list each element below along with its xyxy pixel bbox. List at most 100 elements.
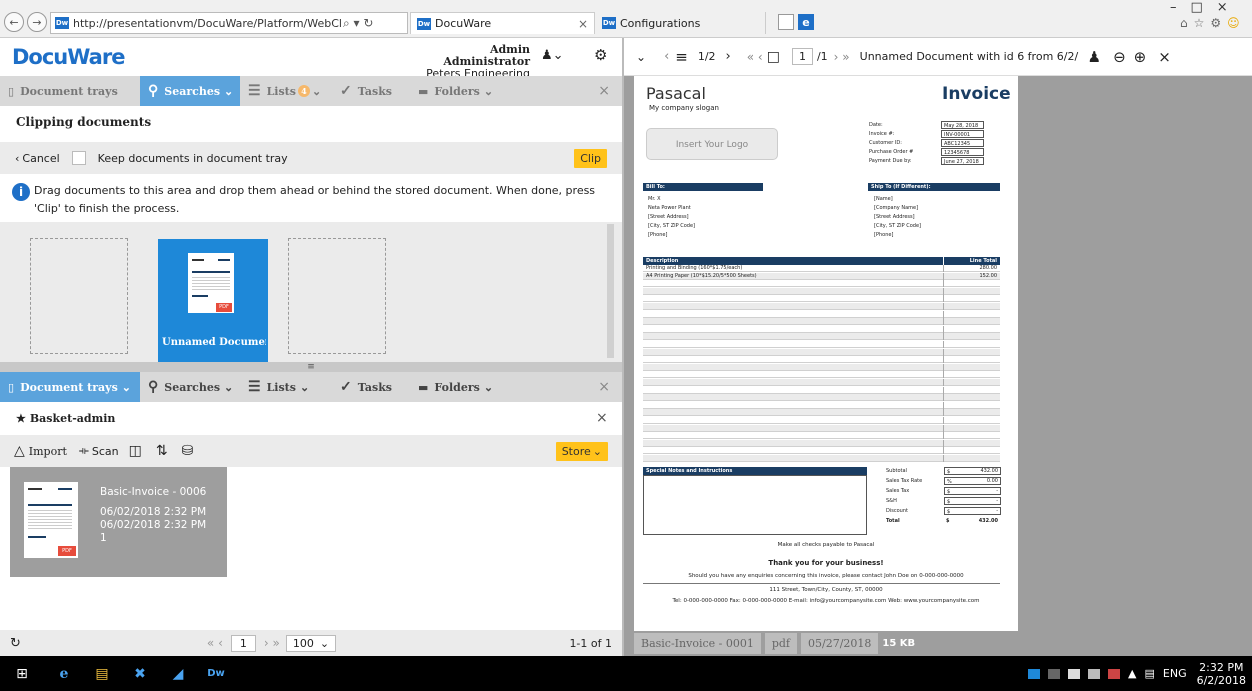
zoom-out-icon[interactable]: ⊖ <box>1113 48 1126 66</box>
viewer-pages-count: 1/2 <box>697 50 716 63</box>
docuware-taskbar-icon[interactable]: Dw <box>206 664 226 684</box>
url-text: http://presentationvm/DocuWare/Platform/… <box>73 16 341 30</box>
forward-button[interactable]: → <box>27 12 47 32</box>
invoice-meta-value: May 28, 2018 <box>941 121 984 129</box>
settings-gear-icon[interactable]: ⚙ <box>594 46 607 64</box>
clip-drop-area[interactable]: PDF Unnamed Documen... <box>0 222 622 362</box>
bill-to-line: [Street Address] <box>648 214 689 220</box>
next-icon[interactable]: › <box>726 49 731 64</box>
invoice-lines: Printing and Binding (160*$1.75/each) 280… <box>634 265 1018 465</box>
keep-documents-checkbox[interactable] <box>71 151 86 165</box>
chevron-down-icon: ⌄ <box>319 636 330 650</box>
address-bar[interactable]: Dw http://presentationvm/DocuWare/Platfo… <box>50 12 408 34</box>
first-prev-page-icon[interactable]: « ‹ <box>747 50 763 64</box>
tab-tasks[interactable]: ✓ Tasks <box>332 76 400 106</box>
clock[interactable]: 2:32 PM 6/2/2018 <box>1197 661 1246 687</box>
tray-usb-icon[interactable]: ▲ <box>1128 667 1136 680</box>
clip-button[interactable]: Clip <box>574 148 607 168</box>
list-icon: ☰ <box>248 379 261 395</box>
scan-button[interactable]: ⟛ Scan <box>79 444 119 458</box>
tab-searches-bottom[interactable]: ⚲ Searches ⌄ <box>140 372 240 402</box>
close-basket-icon[interactable]: × <box>596 410 608 426</box>
drop-slot-after[interactable] <box>288 238 386 354</box>
maximize-button[interactable]: □ <box>1191 0 1203 15</box>
new-tab-icon[interactable] <box>778 14 794 30</box>
page-icon: □ <box>766 48 780 65</box>
tab-tasks-bottom[interactable]: ✓ Tasks <box>332 372 400 402</box>
favorites-icon[interactable]: ☆ <box>1194 16 1205 30</box>
sort-icon[interactable]: ⇅ <box>156 443 168 459</box>
prev-icon[interactable]: ‹ <box>664 49 669 64</box>
tray-document-icon[interactable] <box>1068 668 1081 679</box>
user-menu-icon[interactable]: ♟⌄ <box>541 48 564 63</box>
zoom-in-icon[interactable]: ⊕ <box>1134 48 1147 66</box>
language-indicator[interactable]: ENG <box>1163 667 1187 680</box>
basket-document-item[interactable]: PDF Basic-Invoice - 0006 06/02/2018 2:32… <box>10 467 227 577</box>
tray-display-icon[interactable] <box>1088 668 1101 679</box>
tab-docuware[interactable]: Dw DocuWare × <box>410 12 595 34</box>
ie-taskbar-icon[interactable]: e <box>54 664 74 684</box>
close-pane-icon[interactable]: × <box>598 83 610 99</box>
tab-lists[interactable]: ☰ Lists 4 ⌄ <box>240 76 332 106</box>
tray-security-icon[interactable] <box>1108 668 1121 679</box>
invoice-summary-currency: $ <box>944 487 1001 495</box>
invoice-summary-value: - <box>996 488 998 494</box>
next-last-page-icon[interactable]: › » <box>264 636 280 650</box>
file-size: 15 KB <box>882 638 916 649</box>
next-last-page-icon[interactable]: › » <box>834 50 850 64</box>
page-size-select[interactable]: 100 ⌄ <box>285 634 337 652</box>
tab-favicon: Dw <box>602 17 616 29</box>
tray-app-icon[interactable] <box>1028 668 1041 679</box>
close-viewer-icon[interactable]: × <box>1158 48 1171 66</box>
store-button[interactable]: Store ⌄ <box>555 441 608 461</box>
tab-configurations[interactable]: Dw Configurations <box>596 12 766 34</box>
file-type: pdf <box>764 633 797 654</box>
tab-document-trays[interactable]: ▯ Document trays <box>0 76 140 106</box>
tray-vm-icon[interactable] <box>1048 668 1061 679</box>
minimize-button[interactable]: – <box>1170 0 1177 15</box>
tab-close-icon[interactable]: × <box>578 17 588 31</box>
clock-time: 2:32 PM <box>1199 660 1244 674</box>
database-icon[interactable]: ⛁ <box>182 443 194 459</box>
back-button[interactable]: ← <box>4 12 24 32</box>
tab-document-trays-bottom[interactable]: ▯ Document trays ⌄ <box>0 372 140 402</box>
network-app-icon[interactable]: ◢ <box>168 664 188 684</box>
home-icon[interactable]: ⌂ <box>1180 16 1188 30</box>
tab-folders-bottom[interactable]: ▬ Folders ⌄ <box>410 372 510 402</box>
tray-network-icon[interactable]: ▤ <box>1144 667 1154 680</box>
invoice-summary-row: S&H $ - <box>886 497 1001 506</box>
stamp-icon[interactable]: ♟ <box>1088 48 1101 66</box>
import-button[interactable]: △ Import <box>14 443 67 459</box>
refresh-icon[interactable]: ↻ <box>10 636 21 651</box>
ship-to-heading: Ship To (If Different): <box>868 183 1000 191</box>
view-toggle-icon[interactable]: ◫ <box>129 443 142 459</box>
chevron-down-icon[interactable]: ⌄ <box>636 50 646 64</box>
cancel-button[interactable]: ‹ Cancel <box>15 152 60 165</box>
tools-icon[interactable]: ✖ <box>130 664 150 684</box>
file-explorer-icon[interactable]: ▤ <box>92 664 112 684</box>
invoice-line-separator <box>943 272 944 280</box>
tab-document-trays-label: Document trays <box>20 84 118 98</box>
close-pane-icon[interactable]: × <box>598 379 610 395</box>
drop-slot-before[interactable] <box>30 238 128 354</box>
invoice-line-row <box>643 348 1000 356</box>
clip-document-card[interactable]: PDF Unnamed Documen... <box>158 239 268 362</box>
tab-lists-bottom[interactable]: ☰ Lists ⌄ <box>240 372 332 402</box>
smiley-icon[interactable]: ☺ <box>1227 16 1240 30</box>
pane-splitter[interactable]: ≡ <box>0 362 622 372</box>
layers-icon[interactable]: ≡ <box>675 48 688 66</box>
chevron-down-icon: ⌄ <box>121 380 131 394</box>
tab-folders[interactable]: ▬ Folders ⌄ <box>410 76 510 106</box>
invoice-meta-label: Date: <box>869 122 883 128</box>
tab-searches[interactable]: ⚲ Searches ⌄ <box>140 76 240 106</box>
close-window-button[interactable]: × <box>1217 0 1228 15</box>
drop-area-scrollbar[interactable] <box>607 224 614 358</box>
windows-start-icon[interactable]: ⊞ <box>12 664 32 684</box>
viewer-document-title: Unnamed Document with id 6 from 6/2/ <box>859 50 1079 63</box>
first-prev-page-icon[interactable]: « ‹ <box>207 636 223 650</box>
viewer-page-input[interactable]: 1 <box>791 48 813 65</box>
search-refresh-icons[interactable]: ⌕ ▾ ↻ <box>343 16 373 31</box>
page-number-input[interactable]: 1 <box>230 634 256 652</box>
settings-icon[interactable]: ⚙ <box>1210 16 1221 30</box>
invoice-line-separator <box>943 371 944 379</box>
